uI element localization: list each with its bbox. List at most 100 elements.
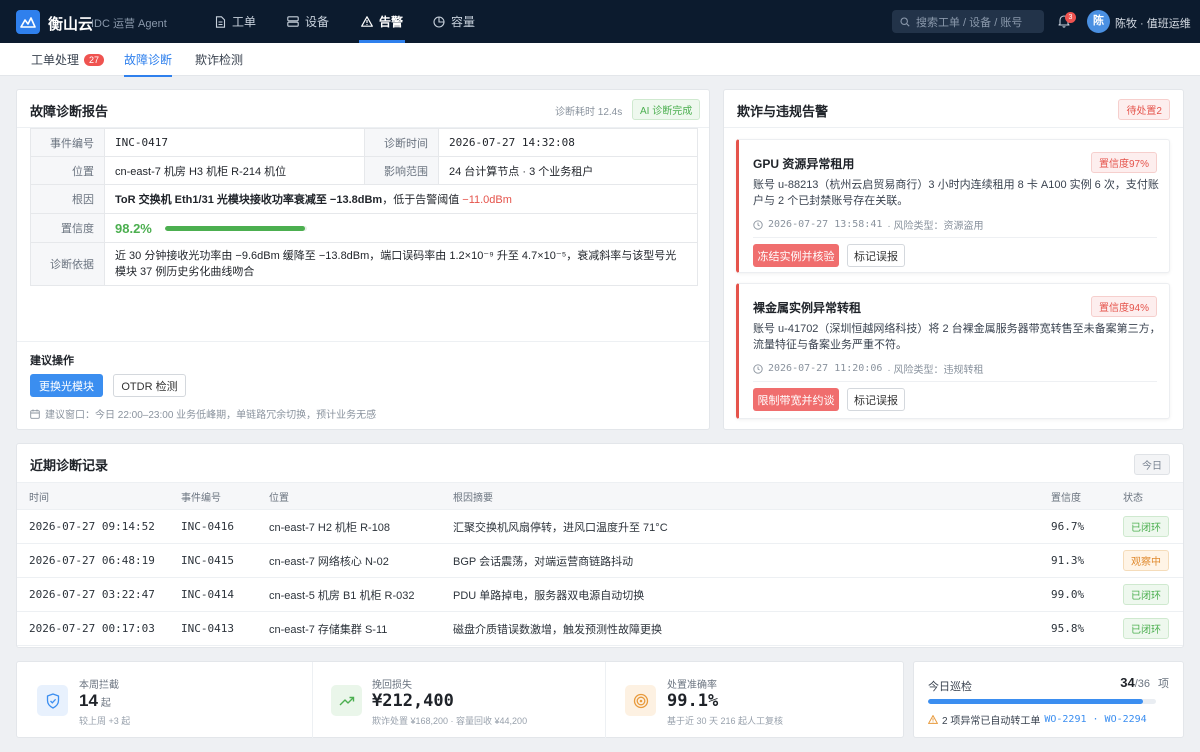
diagnosis-basis: 近 30 分钟接收光功率由 −9.6dBm 缓降至 −13.8dBm，端口误码率… bbox=[104, 242, 698, 286]
row-incident-id: INC-0415 bbox=[169, 543, 257, 578]
column-header: 置信度 bbox=[1039, 482, 1111, 510]
panel-title: 近期诊断记录 bbox=[30, 458, 109, 473]
fraud-title: GPU 资源异常租用 bbox=[753, 157, 855, 171]
search-placeholder: 搜索工单 / 设备 / 账号 bbox=[916, 16, 1023, 29]
maintenance-window: 建议窗口：今日 22:00–23:00 业务低峰期，单链路冗余切换，预计业务无感 bbox=[30, 406, 376, 421]
divider bbox=[605, 662, 606, 739]
divider bbox=[312, 662, 313, 739]
location-value: cn-east-7 机房 H3 机柜 R-214 机位 bbox=[104, 156, 365, 185]
trend-up-icon bbox=[331, 685, 362, 716]
nav-item-alerts[interactable]: 告警 bbox=[358, 0, 406, 43]
row-confidence: 91.3% bbox=[1039, 543, 1111, 578]
column-header: 根因摘要 bbox=[441, 482, 1039, 510]
column-header: 位置 bbox=[257, 482, 441, 510]
status-badge: 已闭环 bbox=[1123, 584, 1169, 605]
clock-icon bbox=[753, 363, 763, 374]
history-table: 时间 事件编号 位置 根因摘要 置信度 状态 2026-07-27 09:14:… bbox=[17, 482, 1183, 646]
warning-icon bbox=[361, 16, 373, 27]
panel-title: 欺诈与违规告警 bbox=[737, 104, 829, 119]
row-summary: PDU 单路掉电，服务器双电源自动切换 bbox=[441, 577, 1039, 612]
fraud-description: 账号 u-41702（深圳恒越网络科技）将 2 台裸金属服务器带宽转售至未备案第… bbox=[753, 323, 1161, 351]
tab-fraud[interactable]: 欺诈检测 bbox=[195, 43, 243, 76]
confidence-value: 98.2% bbox=[115, 220, 152, 236]
row-confidence: 96.7% bbox=[1039, 509, 1111, 544]
mark-false-positive-button[interactable]: 标记误报 bbox=[847, 388, 905, 411]
field-key: 诊断依据 bbox=[30, 242, 105, 286]
pie-chart-icon bbox=[433, 15, 445, 28]
row-confidence: 95.8% bbox=[1039, 611, 1111, 646]
row-incident-id: INC-0414 bbox=[169, 577, 257, 612]
diagnosis-table: 事件编号 INC-0417 诊断时间 2026-07-27 14:32:08 位… bbox=[30, 128, 698, 286]
root-cause: ToR 交换机 Eth1/31 光模块接收功率衰减至 −13.8dBm，低于告警… bbox=[104, 184, 698, 214]
tab-tickets[interactable]: 工单处理 27 bbox=[31, 43, 105, 76]
ticket-count-badge: 27 bbox=[84, 53, 105, 66]
table-row[interactable]: 2026-07-27 09:14:52 INC-0416 cn-east-7 H… bbox=[17, 509, 1183, 544]
stat-label: 本周拦截 bbox=[79, 680, 119, 691]
row-time: 2026-07-27 09:14:52 bbox=[17, 509, 169, 544]
logo-icon[interactable] bbox=[16, 10, 40, 34]
field-key: 位置 bbox=[30, 156, 105, 185]
suggest-title: 建议操作 bbox=[30, 355, 74, 367]
nav-item-tickets[interactable]: 工单 bbox=[215, 0, 256, 43]
otdr-button[interactable]: OTDR 检测 bbox=[113, 374, 186, 397]
stat-unit: 起 bbox=[100, 698, 111, 709]
search-input[interactable]: 搜索工单 / 设备 / 账号 bbox=[892, 10, 1044, 33]
field-key: 事件编号 bbox=[30, 128, 105, 157]
replace-module-button[interactable]: 更换光模块 bbox=[30, 374, 103, 397]
table-row[interactable]: 2026-07-27 06:48:19 INC-0415 cn-east-7 网… bbox=[17, 543, 1183, 578]
filter-today[interactable]: 今日 bbox=[1134, 454, 1170, 475]
window-note: 建议窗口：今日 22:00–23:00 业务低峰期，单链路冗余切换，预计业务无感 bbox=[45, 410, 377, 421]
fraud-confidence: 置信度97% bbox=[1090, 152, 1157, 173]
nav-item-devices[interactable]: 设备 bbox=[287, 0, 329, 43]
nav-label: 告警 bbox=[379, 15, 404, 29]
root-cause-mid: ，低于告警阈值 bbox=[382, 194, 463, 206]
row-time: 2026-07-27 03:22:47 bbox=[17, 577, 169, 612]
fraud-meta: 2026-07-27 11:20:06 · 风险类型：违规转租 bbox=[753, 361, 984, 376]
stat-value: 14 起 bbox=[79, 691, 111, 711]
column-header: 时间 bbox=[17, 482, 169, 510]
row-incident-id: INC-0416 bbox=[169, 509, 257, 544]
server-icon bbox=[287, 16, 299, 27]
stat-value: ¥212,400 bbox=[372, 691, 454, 711]
table-row[interactable]: 2026-07-27 03:22:47 INC-0414 cn-east-5 机… bbox=[17, 577, 1183, 612]
patrol-done: 34 bbox=[1120, 675, 1135, 690]
nav-label: 容量 bbox=[451, 15, 476, 29]
row-time: 2026-07-27 06:48:19 bbox=[17, 543, 169, 578]
freeze-instance-button[interactable]: 冻结实例并核验 bbox=[753, 244, 839, 267]
status-badge: 已闭环 bbox=[1123, 516, 1169, 537]
fraud-time: 2026-07-27 13:58:41 bbox=[768, 219, 883, 230]
row-location: cn-east-7 存储集群 S-11 bbox=[257, 611, 441, 646]
patrol-count: 34 /36 项 bbox=[1120, 675, 1169, 691]
limit-bandwidth-button[interactable]: 限制带宽并约谈 bbox=[753, 388, 839, 411]
column-header: 状态 bbox=[1111, 482, 1183, 510]
nav-item-capacity[interactable]: 容量 bbox=[433, 0, 475, 43]
divider bbox=[753, 381, 1157, 382]
row-incident-id: INC-0413 bbox=[169, 611, 257, 646]
stat-label: 挽回损失 bbox=[372, 680, 412, 691]
patrol-total: /36 bbox=[1134, 678, 1150, 690]
panel-title: 故障诊断报告 bbox=[30, 104, 109, 119]
top-nav: 衡山云 IDC 运营 Agent 工单 设备 告警 容量 搜索工单 / 设备 /… bbox=[0, 0, 1200, 43]
row-location: cn-east-5 机房 B1 机柜 R-032 bbox=[257, 577, 441, 612]
user-name[interactable]: 陈牧 · 值班运维 bbox=[1115, 15, 1191, 31]
field-key: 影响范围 bbox=[364, 156, 439, 185]
ticket-links[interactable]: WO-2291 · WO-2294 bbox=[1044, 714, 1146, 725]
clock-icon bbox=[753, 219, 763, 230]
mark-false-positive-button[interactable]: 标记误报 bbox=[847, 244, 905, 267]
table-row[interactable]: 2026-07-27 00:17:03 INC-0413 cn-east-7 存… bbox=[17, 611, 1183, 646]
fraud-risk-type: · 风险类型：违规转租 bbox=[887, 365, 984, 376]
brand-subtitle: IDC 运营 Agent bbox=[91, 18, 167, 30]
fraud-time: 2026-07-27 11:20:06 bbox=[768, 363, 883, 374]
status-badge: 已闭环 bbox=[1123, 618, 1169, 639]
notification-count: 3 bbox=[1065, 12, 1076, 23]
threshold-value: −11.0dBm bbox=[462, 194, 512, 206]
stat-value: 99.1% bbox=[667, 691, 719, 711]
scope-value: 24 台计算节点 · 3 个业务租户 bbox=[438, 156, 698, 185]
tab-diagnosis[interactable]: 故障诊断 bbox=[124, 43, 173, 77]
diagnosis-report-panel: 故障诊断报告 诊断耗时 12.4s AI 诊断完成 事件编号 INC-0417 … bbox=[16, 89, 710, 430]
confidence-bar bbox=[165, 225, 308, 231]
row-location: cn-east-7 网络核心 N-02 bbox=[257, 543, 441, 578]
diagnosis-time: 2026-07-27 14:32:08 bbox=[438, 128, 698, 157]
avatar[interactable]: 陈 bbox=[1087, 10, 1110, 33]
status-badge: AI 诊断完成 bbox=[632, 99, 701, 120]
